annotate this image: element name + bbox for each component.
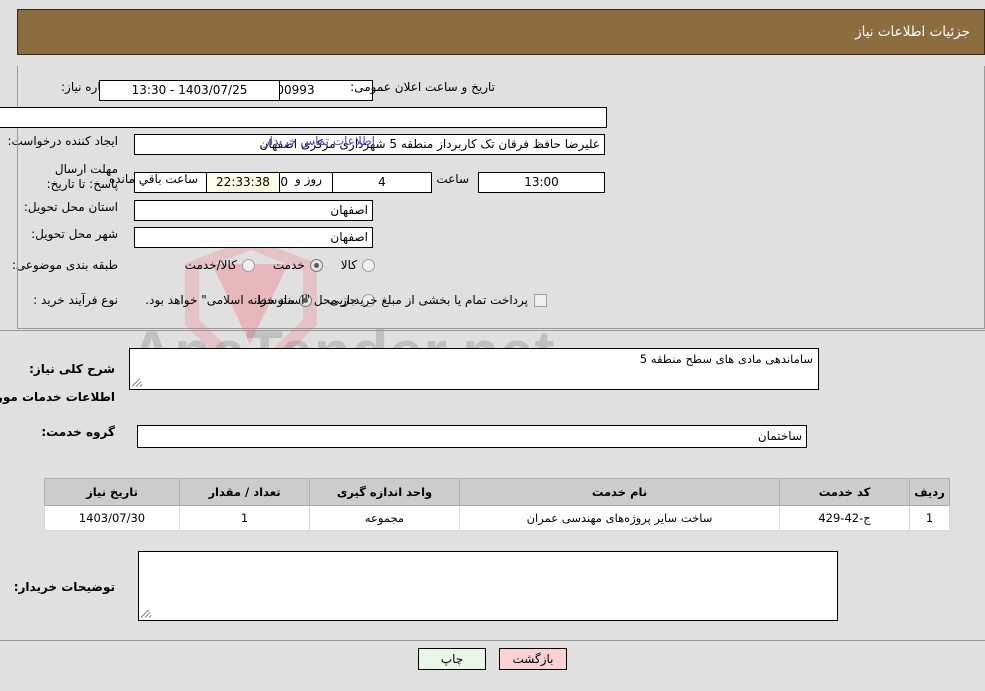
announce-field-wrap: 1403/07/25 - 13:30 (99, 80, 280, 101)
services-table: ردیف کد خدمت نام خدمت واحد اندازه گیری ت… (44, 478, 950, 531)
page-header: جزئیات اطلاعات نیاز (17, 9, 985, 55)
category-option-label: کالا/خدمت (184, 258, 237, 272)
category-option-label: کالا (340, 258, 357, 272)
column-header-radif: ردیف (909, 478, 950, 506)
countdown-field-wrap: 22:33:38 (206, 172, 280, 193)
province-field-wrap: اصفهان (134, 200, 373, 221)
cell-qty: 1 (179, 505, 310, 531)
countdown-field[interactable]: 22:33:38 (206, 172, 280, 193)
services-heading-wrap: اطلاعات خدمات مورد نیاز (0, 390, 115, 404)
announce-field[interactable]: 1403/07/25 - 13:30 (99, 80, 280, 101)
cell-name: ساخت سایر پروژه‌های مهندسی عمران (459, 505, 780, 531)
category-option-khedmat[interactable]: خدمت (273, 258, 323, 272)
column-header-qty: تعداد / مقدار (179, 478, 310, 506)
page-title: جزئیات اطلاعات نیاز (855, 24, 970, 40)
time-field[interactable]: 13:00 (478, 172, 605, 193)
description-textarea[interactable]: ساماندهی مادی های سطح منطقه 5 (129, 348, 819, 390)
buyer-notes-textarea[interactable] (138, 551, 838, 621)
services-heading: اطلاعات خدمات مورد نیاز (0, 390, 115, 404)
service-group-label: گروه خدمت: (41, 425, 115, 439)
service-group-field[interactable]: ساختمان (137, 425, 807, 448)
back-button[interactable]: بازگشت (499, 648, 567, 670)
countdown-label-wrap: ساعت باقي مانده (109, 172, 198, 186)
service-group-label-wrap: گروه خدمت: (41, 425, 115, 439)
contact-link-wrap: اطلاعات تماس خریدار (264, 134, 375, 148)
print-button[interactable]: چاپ (418, 648, 486, 670)
buyer-contact-link[interactable]: اطلاعات تماس خریدار (264, 134, 375, 148)
time-field-wrap: 13:00 (478, 172, 605, 193)
announce-label: تاریخ و ساعت اعلان عمومی: (350, 80, 495, 94)
days-label-wrap: روز و (295, 172, 322, 186)
treasury-checkbox-row[interactable]: پرداخت تمام یا بخشی از مبلغ خرید،از محل … (145, 293, 547, 307)
checkbox-icon[interactable] (534, 293, 547, 307)
description-value: ساماندهی مادی های سطح منطقه 5 (639, 352, 813, 366)
column-header-unit: واحد اندازه گیری (309, 478, 460, 506)
resize-grip-icon[interactable] (131, 376, 144, 388)
resize-grip-icon[interactable] (140, 607, 153, 619)
cell-date: 1403/07/30 (44, 505, 180, 531)
cell-unit: مجموعه (309, 505, 460, 531)
countdown-label: ساعت باقي مانده (108, 172, 198, 186)
category-option-kala[interactable]: کالا (341, 258, 375, 272)
secondary-empty-field-wrap (0, 107, 607, 128)
service-group-field-wrap: ساختمان (137, 425, 807, 448)
radio-icon[interactable] (309, 258, 323, 272)
city-field[interactable]: اصفهان (134, 227, 373, 248)
column-header-date: تاریخ نیاز (44, 478, 180, 506)
time-label: ساعت (436, 172, 469, 186)
radio-icon[interactable] (241, 258, 255, 272)
need-info-panel (17, 66, 985, 329)
province-field[interactable]: اصفهان (134, 200, 373, 221)
services-table-wrap: ردیف کد خدمت نام خدمت واحد اندازه گیری ت… (44, 478, 950, 531)
action-buttons: بازگشت چاپ (0, 648, 985, 670)
table-row: 1 ج-42-429 ساخت سایر پروژه‌های مهندسی عم… (44, 505, 950, 531)
secondary-empty-field[interactable] (0, 107, 607, 128)
days-field-wrap: 4 (332, 172, 432, 193)
cell-code: ج-42-429 (779, 505, 910, 531)
days-label: روز و (295, 172, 322, 186)
announce-label-wrap: تاریخ و ساعت اعلان عمومی: (350, 80, 495, 94)
treasury-checkbox-label: پرداخت تمام یا بخشی از مبلغ خرید،از محل … (145, 293, 528, 307)
time-label-wrap: ساعت (436, 172, 469, 186)
column-header-name: نام خدمت (459, 478, 780, 506)
description-label-wrap: شرح کلی نیاز: (29, 362, 115, 376)
table-header-row: ردیف کد خدمت نام خدمت واحد اندازه گیری ت… (44, 478, 950, 506)
category-option-label: خدمت (272, 258, 305, 272)
buyer-notes-label: توضیحات خریدار: (13, 580, 115, 594)
column-header-code: کد خدمت (779, 478, 910, 506)
cell-radif: 1 (909, 505, 950, 531)
category-option-kala-khedmat[interactable]: کالا/خدمت (185, 258, 255, 272)
city-field-wrap: اصفهان (134, 227, 373, 248)
category-radio-group: کالا خدمت کالا/خدمت (167, 258, 375, 272)
radio-icon[interactable] (362, 258, 375, 272)
buyer-notes-label-wrap: توضیحات خریدار: (14, 580, 115, 594)
days-field[interactable]: 4 (332, 172, 432, 193)
description-label: شرح کلی نیاز: (29, 362, 115, 376)
page-root: AnaTender.net جزئیات اطلاعات نیاز شماره … (0, 0, 985, 691)
